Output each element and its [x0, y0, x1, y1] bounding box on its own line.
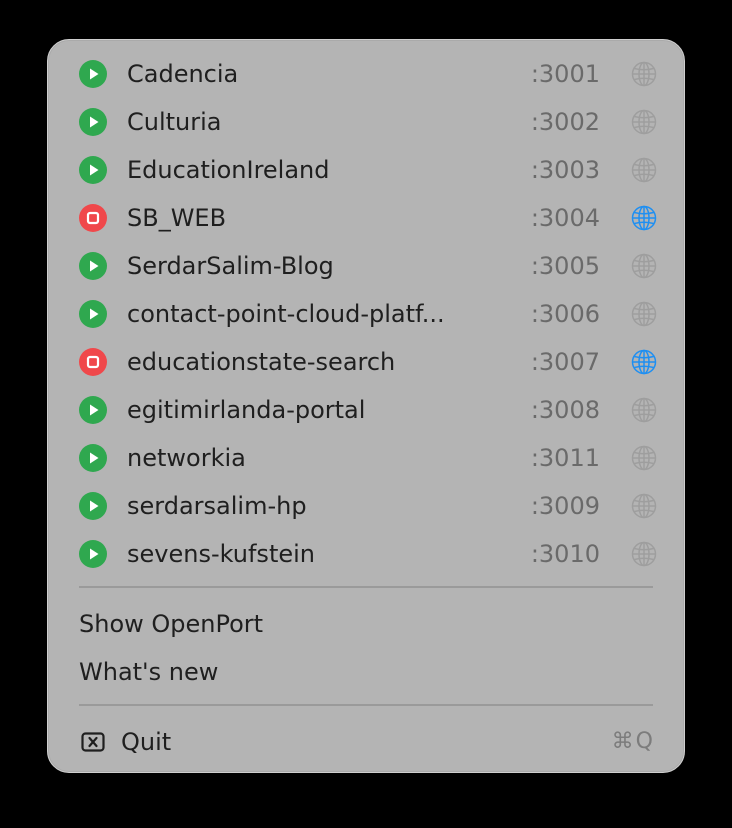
project-name: egitimirlanda-portal: [127, 396, 366, 424]
show-openport-item[interactable]: Show OpenPort: [79, 600, 263, 648]
globe-icon[interactable]: [631, 397, 657, 423]
stop-icon[interactable]: [79, 348, 107, 376]
project-name: Cadencia: [127, 60, 239, 88]
project-row[interactable]: networkia :3011: [48, 434, 684, 482]
globe-icon[interactable]: [631, 541, 657, 567]
project-row[interactable]: SB_WEB :3004: [48, 194, 684, 242]
play-icon[interactable]: [79, 252, 107, 280]
project-name: SB_WEB: [127, 204, 227, 232]
project-port: :3011: [530, 444, 600, 472]
project-row[interactable]: educationstate-search :3007: [48, 338, 684, 386]
project-row[interactable]: contact-point-cloud-platf... :3006: [48, 290, 684, 338]
project-list: Cadencia :3001 Culturia :3002 EducationIrela…: [48, 50, 684, 578]
play-icon[interactable]: [79, 540, 107, 568]
project-port: :3009: [530, 492, 600, 520]
quit-shortcut: ⌘Q: [611, 729, 655, 754]
globe-icon[interactable]: [631, 157, 657, 183]
project-name: educationstate-search: [127, 348, 396, 376]
project-row[interactable]: Culturia :3002: [48, 98, 684, 146]
project-port: :3010: [530, 540, 600, 568]
project-name: serdarsalim-hp: [127, 492, 307, 520]
globe-icon[interactable]: [631, 493, 657, 519]
globe-icon[interactable]: [631, 301, 657, 327]
globe-icon[interactable]: [631, 445, 657, 471]
menu-separator: [79, 704, 653, 706]
play-icon[interactable]: [79, 492, 107, 520]
project-row[interactable]: sevens-kufstein :3010: [48, 530, 684, 578]
quit-item[interactable]: Quit ⌘Q: [48, 718, 684, 766]
globe-icon[interactable]: [631, 61, 657, 87]
project-port: :3008: [530, 396, 600, 424]
project-name: contact-point-cloud-platf...: [127, 300, 445, 328]
globe-icon[interactable]: [631, 109, 657, 135]
project-port: :3002: [530, 108, 600, 136]
project-name: EducationIreland: [127, 156, 330, 184]
project-row[interactable]: Cadencia :3001: [48, 50, 684, 98]
play-icon[interactable]: [79, 444, 107, 472]
quit-label: Quit: [121, 728, 172, 756]
openport-menu: Cadencia :3001 Culturia :3002 EducationIrela…: [47, 39, 685, 773]
quit-x-icon: [81, 732, 105, 752]
globe-icon[interactable]: [631, 349, 657, 375]
project-name: Culturia: [127, 108, 222, 136]
play-icon[interactable]: [79, 300, 107, 328]
globe-icon[interactable]: [631, 253, 657, 279]
project-row[interactable]: serdarsalim-hp :3009: [48, 482, 684, 530]
play-icon[interactable]: [79, 156, 107, 184]
project-port: :3005: [530, 252, 600, 280]
project-name: networkia: [127, 444, 246, 472]
project-name: SerdarSalim-Blog: [127, 252, 334, 280]
globe-icon[interactable]: [631, 205, 657, 231]
project-row[interactable]: SerdarSalim-Blog :3005: [48, 242, 684, 290]
project-port: :3004: [530, 204, 600, 232]
project-port: :3003: [530, 156, 600, 184]
stop-icon[interactable]: [79, 204, 107, 232]
project-port: :3006: [530, 300, 600, 328]
project-port: :3007: [530, 348, 600, 376]
play-icon[interactable]: [79, 60, 107, 88]
play-icon[interactable]: [79, 396, 107, 424]
project-port: :3001: [530, 60, 600, 88]
project-row[interactable]: EducationIreland :3003: [48, 146, 684, 194]
project-name: sevens-kufstein: [127, 540, 315, 568]
project-row[interactable]: egitimirlanda-portal :3008: [48, 386, 684, 434]
menu-separator: [79, 586, 653, 588]
play-icon[interactable]: [79, 108, 107, 136]
whats-new-item[interactable]: What's new: [79, 648, 218, 696]
